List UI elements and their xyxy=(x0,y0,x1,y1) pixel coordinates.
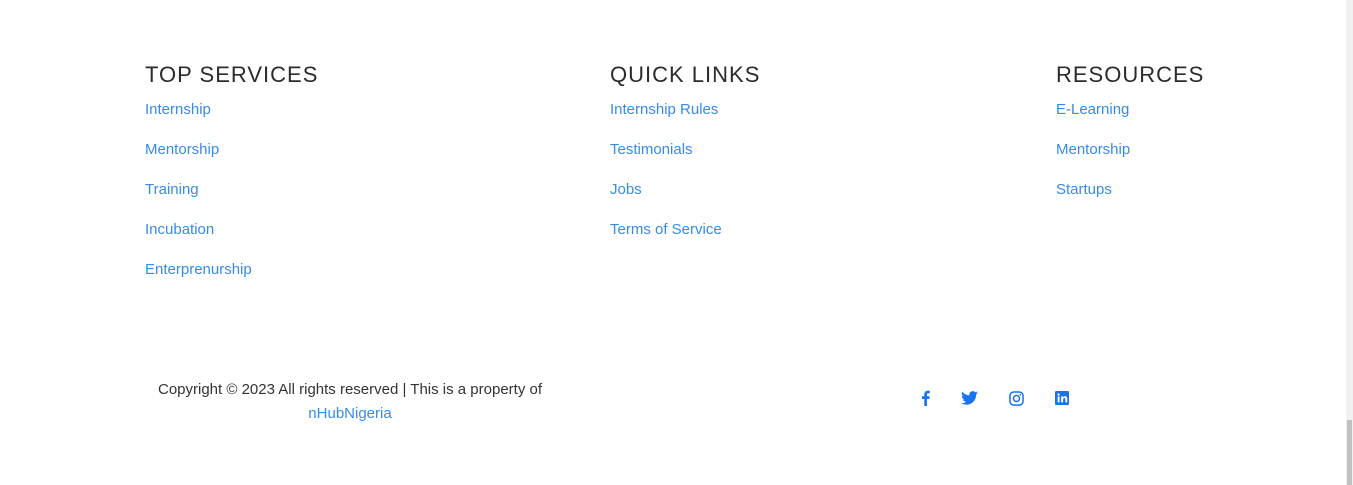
link-internship-rules[interactable]: Internship Rules xyxy=(610,101,718,118)
instagram-glyph xyxy=(1008,390,1024,406)
column-heading: RESOURCES xyxy=(1056,62,1205,87)
list-item: Mentorship xyxy=(145,140,318,180)
link-mentorship[interactable]: Mentorship xyxy=(145,141,219,158)
link-list: Internship Rules Testimonials Jobs Terms… xyxy=(610,100,760,260)
link-resources-mentorship[interactable]: Mentorship xyxy=(1056,141,1130,158)
linkedin-glyph xyxy=(1055,391,1069,405)
list-item: Startups xyxy=(1056,180,1204,220)
list-item: Terms of Service xyxy=(610,220,760,260)
scrollbar-thumb[interactable] xyxy=(1347,420,1352,485)
link-training[interactable]: Training xyxy=(145,181,199,198)
list-item: Testimonials xyxy=(610,140,760,180)
facebook-glyph xyxy=(921,390,930,406)
column-heading: QUICK LINKS xyxy=(610,62,761,87)
copyright-notice: Copyright © 2023 All rights reserved | T… xyxy=(145,378,555,426)
copyright-text: Copyright © 2023 All rights reserved | T… xyxy=(157,381,543,398)
link-terms-of-service[interactable]: Terms of Service xyxy=(610,221,722,238)
list-item: Training xyxy=(145,180,318,220)
footer-column-quick-links: QUICK LINKS Internship Rules Testimonial… xyxy=(610,62,760,260)
link-e-learning[interactable]: E-Learning xyxy=(1056,101,1129,118)
footer-column-resources: RESOURCES E-Learning Mentorship Startups xyxy=(1056,62,1204,220)
twitter-icon[interactable] xyxy=(959,388,979,408)
list-item: Internship xyxy=(145,100,318,140)
list-item: Incubation xyxy=(145,220,318,260)
social-links xyxy=(912,388,1072,408)
column-heading: TOP SERVICES xyxy=(145,62,319,87)
list-item: Jobs xyxy=(610,180,760,220)
list-item: Internship Rules xyxy=(610,100,760,140)
link-incubation[interactable]: Incubation xyxy=(145,221,214,238)
linkedin-icon[interactable] xyxy=(1052,388,1072,408)
link-internship[interactable]: Internship xyxy=(145,101,211,118)
instagram-icon[interactable] xyxy=(1006,388,1026,408)
vertical-scrollbar[interactable] xyxy=(1346,0,1353,485)
link-testimonials[interactable]: Testimonials xyxy=(610,141,693,158)
link-jobs[interactable]: Jobs xyxy=(610,181,642,198)
owner-link[interactable]: nHubNigeria xyxy=(308,405,391,422)
link-startups[interactable]: Startups xyxy=(1056,181,1112,198)
link-list: E-Learning Mentorship Startups xyxy=(1056,100,1204,220)
footer-page: TOP SERVICES Internship Mentorship Train… xyxy=(0,0,1353,485)
facebook-icon[interactable] xyxy=(915,388,935,408)
link-enterprenurship[interactable]: Enterprenurship xyxy=(145,261,252,278)
list-item: Mentorship xyxy=(1056,140,1204,180)
list-item: Enterprenurship xyxy=(145,260,318,300)
footer-column-top-services: TOP SERVICES Internship Mentorship Train… xyxy=(145,62,318,300)
list-item: E-Learning xyxy=(1056,100,1204,140)
link-list: Internship Mentorship Training Incubatio… xyxy=(145,100,318,300)
twitter-glyph xyxy=(960,391,978,405)
